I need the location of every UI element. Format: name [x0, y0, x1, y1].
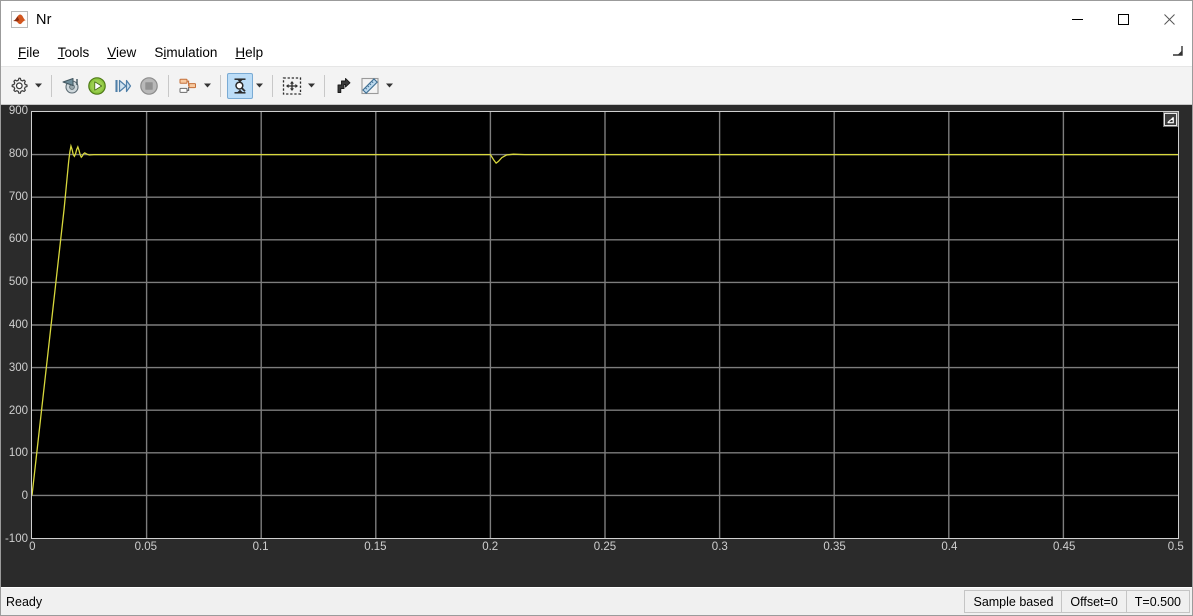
y-axis-tick-label: 400 — [8, 319, 28, 331]
toolbar-separator — [272, 74, 273, 97]
menu-item-view[interactable]: View — [98, 42, 145, 63]
x-axis-tick-label: 0.5 — [1167, 541, 1184, 553]
configuration-properties-button[interactable] — [6, 73, 32, 99]
plot-wrapper — [31, 111, 1179, 539]
plot-area[interactable] — [31, 111, 1179, 539]
matlab-scope-icon — [11, 11, 28, 28]
x-axis: 0 0.05 0.1 0.15 0.2 0.25 0.3 0.35 0.4 0.45 0.5 — [29, 541, 1184, 561]
x-axis-tick-label: 0.1 — [252, 541, 269, 553]
maximize-axes-icon — [1165, 114, 1176, 125]
autoscale-button[interactable] — [279, 73, 305, 99]
x-axis-tick-label: 0.2 — [482, 541, 499, 553]
y-axis-tick-label: 800 — [8, 147, 28, 160]
menu-label-help-rest: elp — [245, 44, 264, 60]
grid-lines — [32, 112, 1178, 538]
chevron-down-icon — [35, 83, 42, 88]
x-axis-tick-label: 0.3 — [711, 541, 728, 553]
measurements-dropdown[interactable] — [383, 73, 396, 99]
zoom-in-icon — [234, 77, 246, 94]
configuration-properties-dropdown[interactable] — [32, 73, 45, 99]
chevron-down-icon — [386, 83, 393, 88]
y-axis-tick-label: 300 — [8, 361, 28, 374]
menu-label-simulation-pre: S — [154, 44, 164, 60]
menu-bar: File Tools View Simulation Help — [1, 38, 1192, 67]
minimize-button[interactable] — [1054, 1, 1100, 38]
signal-selection-dropdown[interactable] — [201, 73, 214, 99]
expand-menubar-icon[interactable] — [1170, 43, 1186, 59]
y-axis-tick-label: 500 — [8, 276, 28, 289]
zoom-button[interactable] — [227, 72, 253, 99]
status-cells: Sample based Offset=0 T=0.500 — [964, 590, 1190, 613]
rewind-icon — [62, 77, 79, 94]
close-button[interactable] — [1146, 1, 1192, 38]
scope-window: Nr File Tools View Simulation Help -100 … — [0, 0, 1193, 616]
run-button[interactable] — [84, 73, 110, 99]
maximize-axes-button[interactable] — [1163, 112, 1178, 127]
x-axis-tick-label: 0.25 — [593, 541, 617, 553]
x-axis-tick-label: 0.15 — [364, 541, 387, 553]
ruler-pencil-icon — [361, 77, 379, 94]
zoom-dropdown[interactable] — [253, 73, 266, 99]
title-bar-left: Nr — [1, 11, 52, 28]
cursor-measurements-button[interactable] — [331, 73, 357, 99]
y-axis-tick-label: 600 — [8, 233, 28, 246]
y-axis-tick-label: 200 — [8, 404, 28, 417]
toolbar-separator — [324, 74, 325, 97]
x-axis-tick-label: 0 — [29, 541, 36, 553]
chevron-down-icon — [204, 83, 211, 88]
signal-plot — [32, 112, 1178, 538]
offset-cell: Offset=0 — [1061, 590, 1127, 613]
stop-button[interactable] — [136, 73, 162, 99]
chevron-down-icon — [308, 83, 315, 88]
menu-label-file-rest: ile — [26, 44, 40, 60]
y-axis: -100 0 100 200 300 400 500 600 700 800 900 — [1, 105, 31, 545]
window-controls — [1054, 1, 1192, 38]
x-axis-tick-label: 0.45 — [1052, 541, 1076, 553]
menu-item-help[interactable]: Help — [226, 42, 272, 63]
menu-item-file[interactable]: File — [9, 42, 49, 63]
scope-display: -100 0 100 200 300 400 500 600 700 800 900 0 0.05 0.… — [1, 105, 1192, 587]
autoscale-dropdown[interactable] — [305, 73, 318, 99]
gear-icon — [11, 77, 28, 94]
toolbar-separator — [220, 74, 221, 97]
y-axis-tick-label: -100 — [4, 533, 28, 545]
sample-mode-cell: Sample based — [964, 590, 1063, 613]
toolbar — [1, 67, 1192, 105]
y-axis-tick-label: 0 — [21, 490, 28, 503]
window-title: Nr — [36, 11, 52, 28]
title-bar: Nr — [1, 1, 1192, 38]
x-axis-tick-label: 0.35 — [823, 541, 846, 553]
toolbar-separator — [168, 74, 169, 97]
maximize-button[interactable] — [1100, 1, 1146, 38]
play-icon — [88, 76, 106, 95]
menu-item-simulation[interactable]: Simulation — [145, 42, 226, 63]
menu-label-tools-rest: ools — [64, 44, 90, 60]
signal-selection-button[interactable] — [175, 73, 201, 99]
y-axis-tick-label: 900 — [8, 105, 28, 117]
time-cell: T=0.500 — [1125, 590, 1190, 613]
stop-icon — [140, 76, 158, 95]
status-bar: Ready Sample based Offset=0 T=0.500 — [1, 587, 1192, 615]
y-axis-tick-label: 700 — [8, 190, 28, 203]
signal-selector-icon — [179, 78, 196, 93]
step-forward-icon — [115, 79, 132, 92]
x-axis-tick-label: 0.05 — [134, 541, 157, 553]
menu-label-view-rest: iew — [116, 44, 137, 60]
toolbar-separator — [51, 74, 52, 97]
autoscale-icon — [282, 76, 302, 95]
menu-item-tools[interactable]: Tools — [49, 42, 99, 63]
chevron-down-icon — [256, 83, 263, 88]
measurements-button[interactable] — [357, 73, 383, 99]
y-axis-tick-label: 100 — [8, 447, 28, 460]
x-axis-tick-label: 0.4 — [941, 541, 958, 553]
cursor-arrow-icon — [337, 77, 351, 93]
menu-label-simulation-rest: mulation — [166, 44, 218, 60]
step-forward-button[interactable] — [110, 73, 136, 99]
status-message: Ready — [6, 594, 43, 609]
restart-button[interactable] — [58, 73, 84, 99]
